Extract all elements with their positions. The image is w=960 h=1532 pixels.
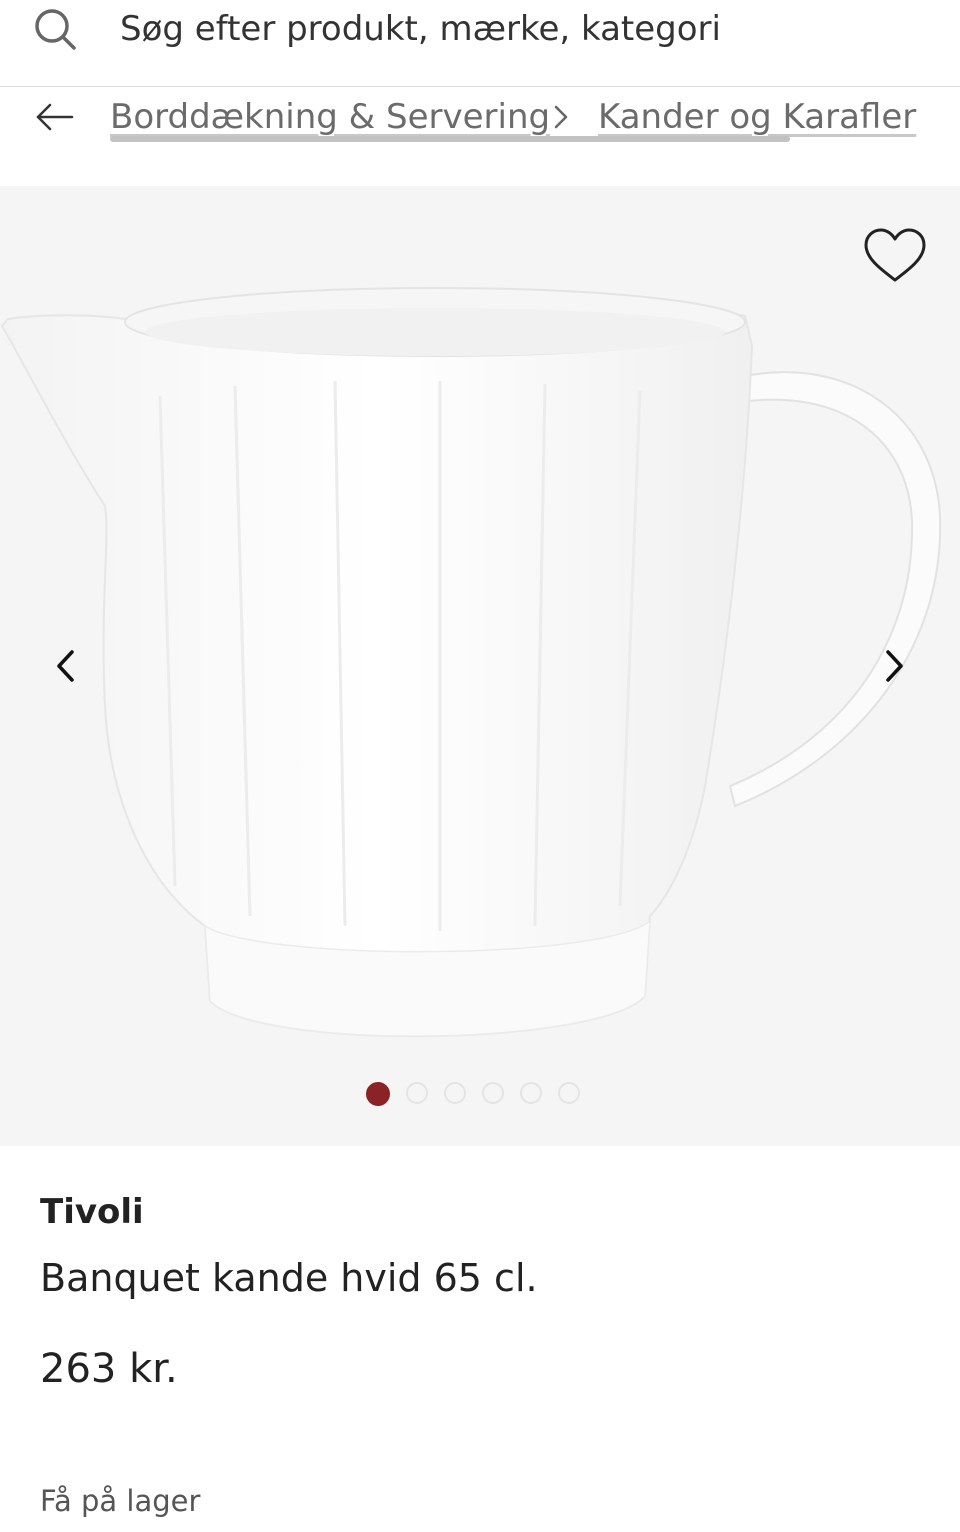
breadcrumb-item-borddaekning[interactable]: Borddækning & Servering — [110, 94, 550, 140]
chevron-right-icon — [554, 105, 568, 129]
gallery-dot-5[interactable] — [520, 1082, 542, 1104]
stock-status: Få på lager — [40, 1484, 201, 1518]
search-bar[interactable]: Søg efter produkt, mærke, kategori — [0, 0, 960, 87]
gallery-pagination — [366, 1082, 580, 1108]
chevron-right-icon[interactable] — [876, 644, 912, 688]
heart-outline-icon[interactable] — [862, 226, 928, 286]
gallery-dot-6[interactable] — [558, 1082, 580, 1104]
product-price: 263 kr. — [40, 1346, 178, 1392]
gallery-dot-2[interactable] — [406, 1082, 428, 1104]
product-title: Banquet kande hvid 65 cl. — [40, 1256, 538, 1300]
product-brand[interactable]: Tivoli — [40, 1192, 144, 1232]
gallery-dot-3[interactable] — [444, 1082, 466, 1104]
chevron-left-icon[interactable] — [48, 644, 84, 688]
gallery-dot-1[interactable] — [366, 1082, 390, 1106]
search-icon[interactable] — [32, 6, 78, 52]
product-image — [0, 287, 942, 1038]
product-gallery[interactable] — [0, 186, 960, 1146]
breadcrumb-item-kander[interactable]: Kander og Karafler — [598, 94, 916, 140]
breadcrumb-scrollbar[interactable] — [110, 136, 790, 142]
breadcrumb: Borddækning & Servering Kander og Karafl… — [0, 90, 960, 160]
gallery-dot-4[interactable] — [482, 1082, 504, 1104]
search-input[interactable]: Søg efter produkt, mærke, kategori — [120, 8, 920, 50]
arrow-left-icon[interactable] — [34, 96, 76, 138]
